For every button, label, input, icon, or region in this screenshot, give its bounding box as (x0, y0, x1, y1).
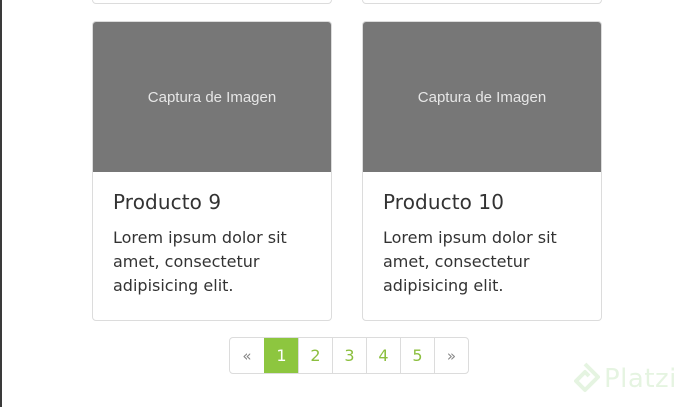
product-image-placeholder: Captura de Imagen (363, 22, 601, 172)
product-card: Captura de Imagen Producto 9 Lorem ipsum… (92, 21, 332, 321)
card-above-right-edge (362, 0, 602, 4)
image-placeholder-label: Captura de Imagen (417, 88, 547, 106)
card-body: Producto 10 Lorem ipsum dolor sit amet, … (363, 172, 601, 298)
pagination-page-3[interactable]: 3 (332, 338, 366, 373)
pagination-page-5[interactable]: 5 (400, 338, 434, 373)
product-description: Lorem ipsum dolor sit amet, consectetur … (113, 228, 287, 295)
product-title: Producto 10 (383, 190, 505, 214)
pagination: « 1 2 3 4 5 » (229, 337, 469, 374)
pagination-page-1[interactable]: 1 (264, 338, 298, 373)
card-above-left-edge (92, 0, 332, 4)
card-body: Producto 9 Lorem ipsum dolor sit amet, c… (93, 172, 331, 298)
pagination-page-4[interactable]: 4 (366, 338, 400, 373)
window-edge (0, 0, 2, 407)
pagination-page-2[interactable]: 2 (298, 338, 332, 373)
pagination-next[interactable]: » (434, 338, 468, 373)
platzi-watermark: Platzi (570, 362, 677, 396)
image-placeholder-label: Captura de Imagen (147, 88, 277, 106)
pagination-previous[interactable]: « (230, 338, 264, 373)
product-image-placeholder: Captura de Imagen (93, 22, 331, 172)
watermark-text: Platzi (604, 364, 677, 394)
product-title: Producto 9 (113, 190, 222, 214)
product-description: Lorem ipsum dolor sit amet, consectetur … (383, 228, 557, 295)
product-card: Captura de Imagen Producto 10 Lorem ipsu… (362, 21, 602, 321)
platzi-logo-icon (574, 362, 600, 392)
